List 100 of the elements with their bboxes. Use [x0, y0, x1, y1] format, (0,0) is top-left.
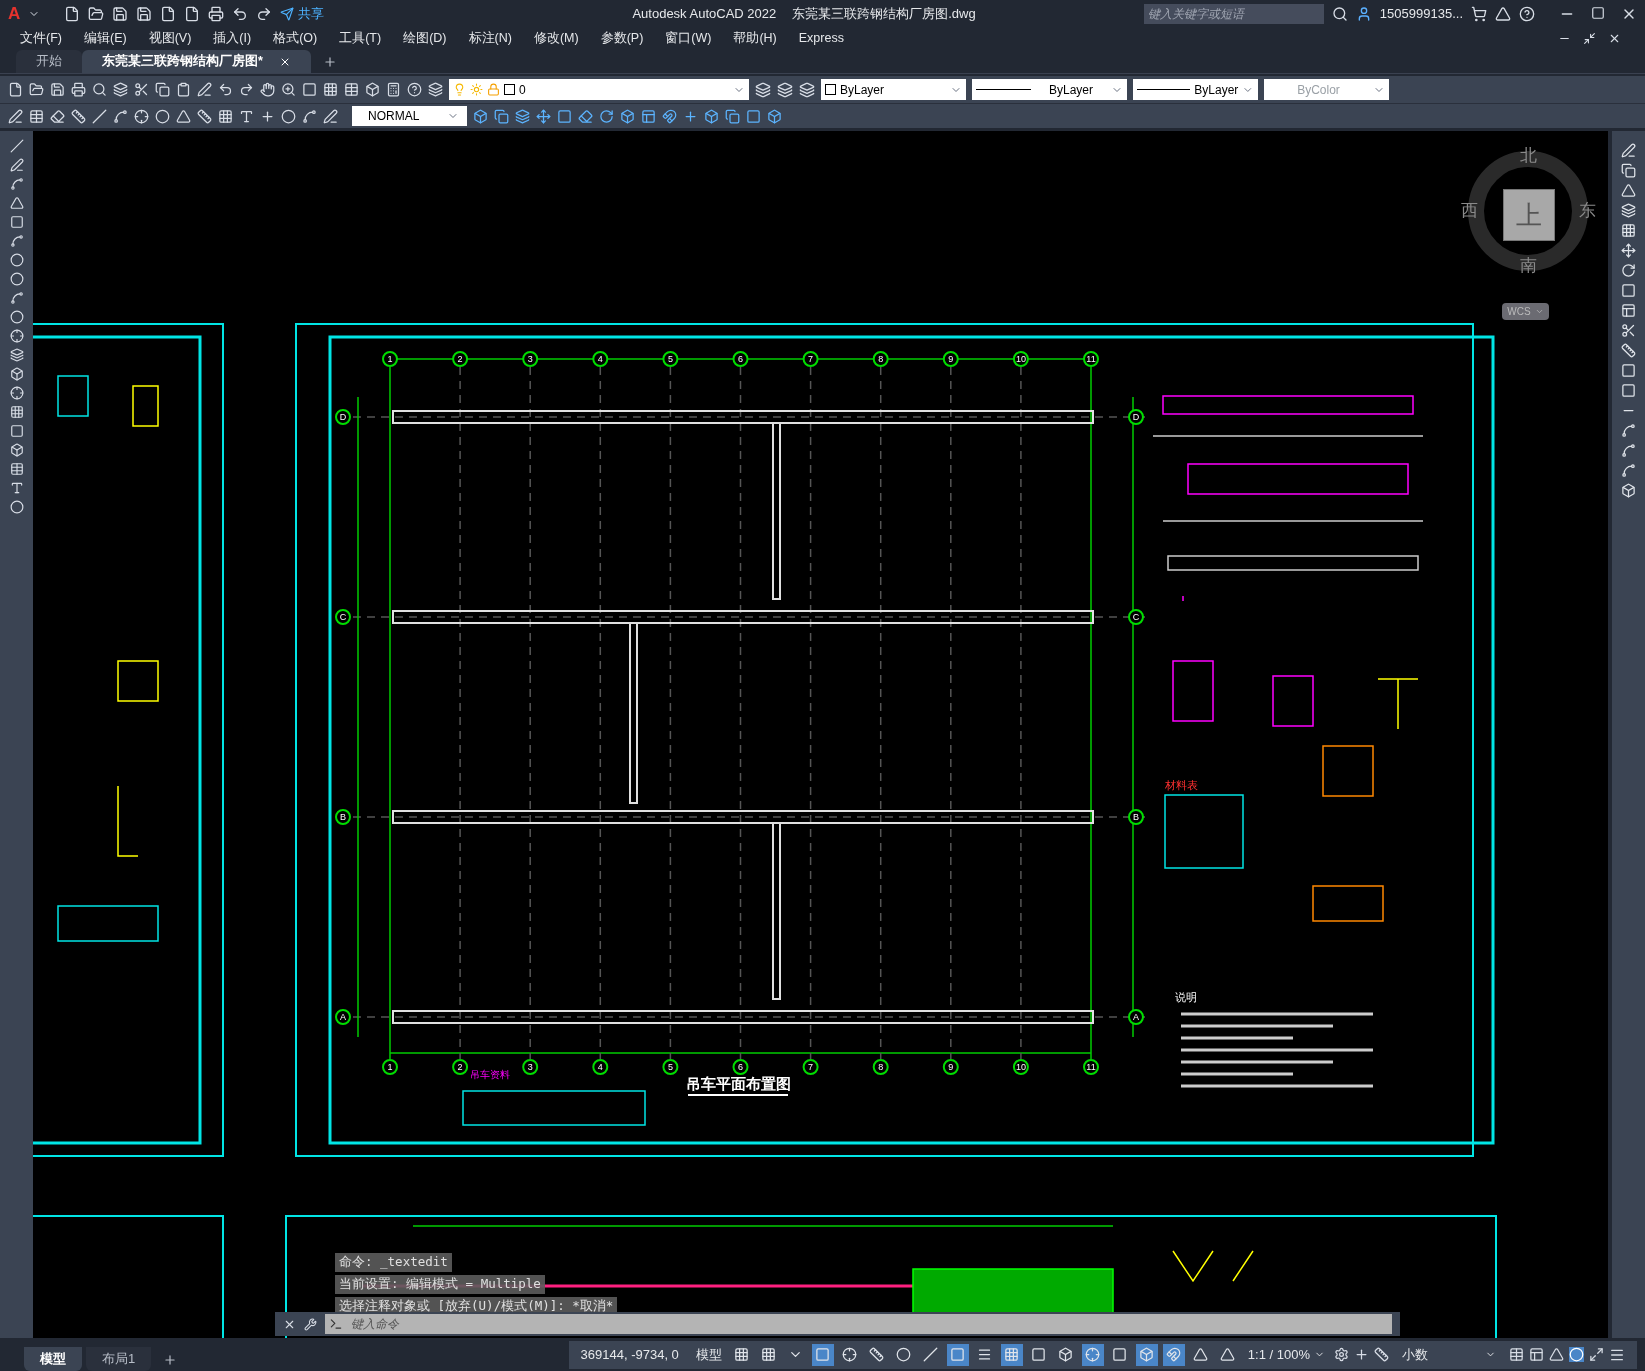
layout-icon[interactable]	[641, 108, 656, 124]
printer-icon[interactable]	[208, 5, 225, 22]
layers-icon[interactable]	[428, 82, 443, 97]
layers-icon[interactable]	[799, 81, 815, 98]
modify-tool-icon[interactable]	[1621, 223, 1636, 238]
ruler-icon[interactable]	[71, 108, 86, 124]
plus-icon[interactable]	[1354, 1347, 1369, 1362]
folder-icon[interactable]	[88, 5, 105, 22]
clipboard-icon[interactable]	[176, 82, 191, 97]
modify-tool-icon[interactable]	[1621, 463, 1636, 478]
box-icon[interactable]	[620, 108, 635, 124]
draw-tool-icon[interactable]	[9, 158, 24, 172]
draw-tool-icon[interactable]	[9, 424, 24, 438]
search-field[interactable]: 键入关键字或短语	[1143, 3, 1324, 24]
draw-tool-icon[interactable]	[9, 405, 24, 419]
menu-item[interactable]: 帮助(H)	[733, 28, 777, 48]
menu-item[interactable]: 编辑(E)	[83, 28, 127, 48]
help-icon[interactable]	[407, 82, 422, 97]
status-toggle[interactable]	[811, 1343, 834, 1366]
draw-tool-icon[interactable]	[9, 386, 24, 400]
move-icon[interactable]	[536, 108, 551, 124]
cart-icon[interactable]	[1471, 5, 1487, 22]
modify-tool-icon[interactable]	[1621, 363, 1636, 378]
pen-icon[interactable]	[323, 108, 338, 124]
crosshair-icon[interactable]	[134, 108, 149, 124]
box-icon[interactable]	[365, 82, 380, 97]
menu-item[interactable]: 修改(M)	[533, 28, 579, 48]
modify-tool-icon[interactable]	[1621, 263, 1636, 278]
modify-tool-icon[interactable]	[1621, 483, 1636, 498]
undo-icon[interactable]	[218, 82, 233, 97]
document-icon[interactable]	[160, 5, 177, 22]
file-tab[interactable]: 东莞某三联跨钢结构厂房图*	[82, 50, 311, 73]
status-toggle[interactable]	[1000, 1343, 1023, 1366]
save-icon[interactable]	[50, 82, 65, 97]
menu-item[interactable]: Express	[798, 28, 844, 48]
draw-tool-icon[interactable]	[9, 329, 24, 343]
plus-icon[interactable]	[683, 108, 698, 124]
modify-tool-icon[interactable]	[1621, 203, 1636, 218]
user-name[interactable]: 1505999135...	[1379, 3, 1463, 24]
layout-tab[interactable]: 模型	[24, 1347, 82, 1371]
menu-item[interactable]: 标注(N)	[468, 28, 512, 48]
draw-tool-icon[interactable]	[9, 291, 24, 305]
status-toggle[interactable]	[946, 1343, 969, 1366]
table-icon[interactable]	[344, 82, 359, 97]
edit-icon[interactable]	[8, 108, 23, 124]
cube-icon[interactable]	[473, 108, 488, 124]
table-icon[interactable]	[29, 108, 44, 124]
menu-item[interactable]: 绘图(D)	[403, 28, 447, 48]
share-button[interactable]: 共享	[280, 3, 325, 24]
menu-item[interactable]: 工具(T)	[339, 28, 382, 48]
hand-icon[interactable]	[260, 82, 275, 97]
text-icon[interactable]	[239, 108, 254, 124]
square-icon[interactable]	[746, 108, 761, 124]
menu-item[interactable]: 插入(I)	[213, 28, 252, 48]
new-tab-icon[interactable]	[322, 55, 337, 69]
search-icon[interactable]	[92, 82, 107, 97]
color-dropdown[interactable]: ByLayer	[821, 79, 966, 100]
menu-item[interactable]: 格式(O)	[273, 28, 318, 48]
angle-icon[interactable]	[176, 108, 191, 124]
draw-tool-icon[interactable]	[9, 462, 24, 476]
layers-icon[interactable]	[113, 82, 128, 97]
printer-icon[interactable]	[71, 82, 86, 97]
menu-item[interactable]: 视图(V)	[148, 28, 192, 48]
redo-icon[interactable]	[239, 82, 254, 97]
restore-icon[interactable]	[1583, 31, 1596, 45]
status-toggle[interactable]	[1081, 1343, 1104, 1366]
grid-icon[interactable]	[323, 82, 338, 97]
ruler-icon[interactable]	[1374, 1347, 1389, 1362]
draw-tool-icon[interactable]	[9, 310, 24, 324]
draw-tool-icon[interactable]	[9, 253, 24, 267]
draw-tool-icon[interactable]	[9, 234, 24, 248]
draw-tool-icon[interactable]	[9, 139, 24, 153]
curve-icon[interactable]	[113, 108, 128, 124]
maximize-icon[interactable]	[1591, 5, 1605, 20]
dropdown-field[interactable]: ByLayer	[972, 79, 1127, 100]
dropdown-field[interactable]: ByLayer	[1133, 79, 1258, 100]
copy-icon[interactable]	[155, 82, 170, 97]
eraser-icon[interactable]	[578, 108, 593, 124]
plus-icon[interactable]	[260, 108, 275, 124]
text-style-dropdown[interactable]: NORMAL	[352, 106, 467, 126]
annotation-scale-button[interactable]: 1:1 / 100%	[1247, 1344, 1325, 1365]
folder-icon[interactable]	[29, 82, 44, 97]
undo-icon[interactable]	[232, 5, 249, 22]
draw-tool-icon[interactable]	[9, 196, 24, 210]
calculator-icon[interactable]	[386, 82, 401, 97]
pen-icon[interactable]	[197, 82, 212, 97]
rotate-icon[interactable]	[599, 108, 614, 124]
draw-tool-icon[interactable]	[9, 177, 24, 191]
grid-icon[interactable]	[218, 108, 233, 124]
modify-tool-icon[interactable]	[1621, 443, 1636, 458]
search-icon[interactable]	[1331, 5, 1348, 22]
copy-icon[interactable]	[494, 108, 509, 124]
box-icon[interactable]	[704, 108, 719, 124]
eraser-icon[interactable]	[50, 108, 65, 124]
modify-tool-icon[interactable]	[1621, 303, 1636, 318]
modify-tool-icon[interactable]	[1621, 343, 1636, 358]
draw-tool-icon[interactable]	[9, 500, 24, 514]
layout-tab[interactable]: 布局1	[86, 1347, 152, 1371]
box-icon[interactable]	[767, 108, 782, 124]
zoom-icon[interactable]	[281, 82, 296, 97]
